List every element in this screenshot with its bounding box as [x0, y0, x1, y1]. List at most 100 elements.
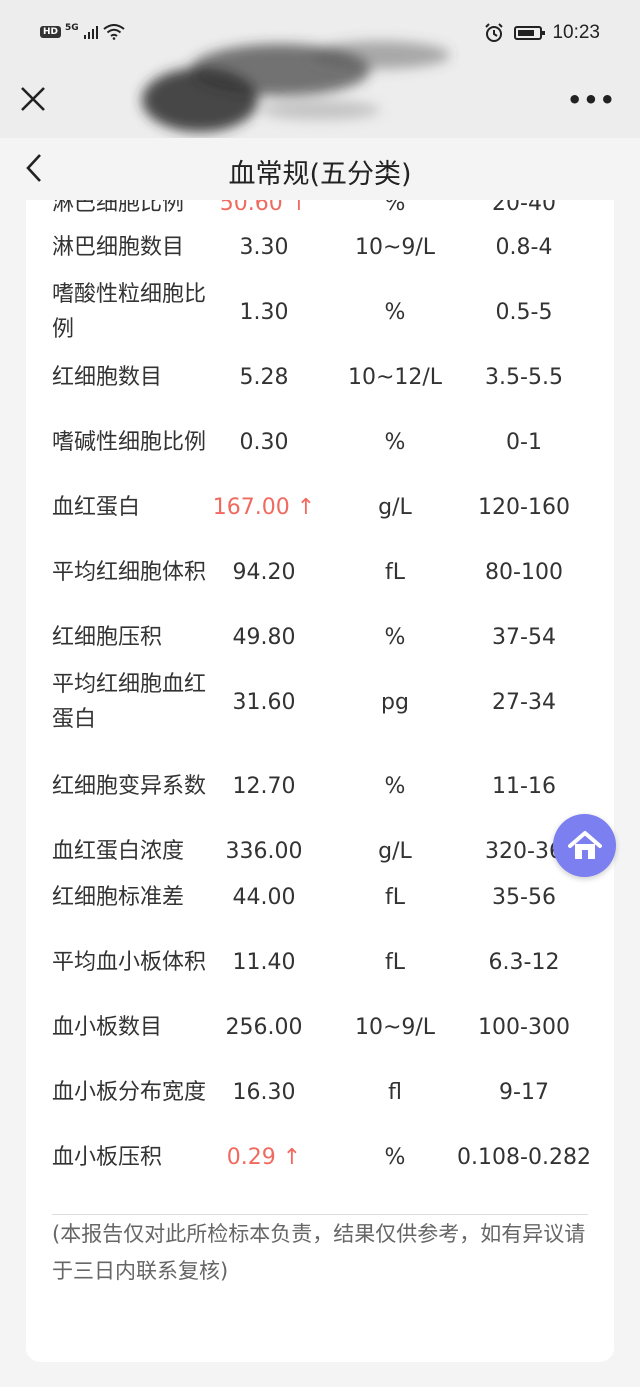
table-row: 红细胞标准差 44.00 fL 35-56: [26, 874, 614, 920]
item-value: 1.30: [239, 299, 289, 325]
item-unit: fL: [384, 559, 405, 585]
item-name: 红细胞标准差: [52, 884, 185, 910]
table-row: 平均红细胞血红蛋白 31.60 pg 27-34: [26, 660, 614, 744]
status-time: 10:23: [552, 22, 600, 43]
item-reference: 37-54: [492, 624, 556, 650]
item-unit: %: [384, 773, 406, 799]
hd-badge: HD: [40, 26, 62, 38]
divider: [52, 1214, 588, 1215]
item-reference: 20-40: [492, 200, 556, 216]
item-reference: 6.3-12: [488, 949, 560, 975]
item-value: 5.28: [239, 364, 289, 390]
item-value: 0.30: [239, 429, 289, 455]
item-unit: g/L: [378, 838, 412, 864]
table-row: 嗜酸性粒细胞比例 1.30% 0.5-5: [26, 270, 614, 354]
item-unit: g/L: [378, 494, 412, 520]
table-row: 红细胞压积 49.80% 37-54: [26, 614, 614, 660]
item-reference: 9-17: [499, 1079, 549, 1105]
table-row: 嗜碱性细胞比例 0.30% 0-1: [26, 400, 614, 484]
item-unit: %: [384, 299, 406, 325]
table-row: 淋巴细胞数目 3.30 10~9/L 0.8-4: [26, 224, 614, 270]
item-value: 44.00: [232, 884, 296, 910]
home-icon: [567, 830, 602, 859]
item-reference: 3.5-5.5: [485, 364, 563, 390]
item-name: 血小板数目: [52, 1014, 163, 1040]
item-value: 336.00: [225, 838, 303, 864]
item-reference: 11-16: [492, 773, 556, 799]
item-unit: %: [384, 1144, 406, 1170]
home-button[interactable]: [553, 814, 616, 877]
item-name: 红细胞数目: [52, 364, 163, 390]
item-reference: 80-100: [485, 559, 563, 585]
battery-icon: [514, 26, 546, 40]
table-row: 平均红细胞体积 94.20 fL 80-100: [26, 530, 614, 614]
item-name: 嗜酸性粒细胞比例: [52, 282, 207, 342]
page-header: 血常规(五分类): [0, 138, 640, 200]
item-reference: 0.108-0.282: [457, 1144, 591, 1170]
item-name: 平均血小板体积: [52, 949, 207, 975]
item-name: 血小板分布宽度: [52, 1079, 207, 1105]
item-unit: 10~9/L: [354, 234, 436, 260]
item-unit: %: [384, 429, 406, 455]
item-name: 平均红细胞血红蛋白: [52, 672, 207, 732]
table-row: 红细胞数目 5.28 10~12/L 3.5-5.5: [26, 354, 614, 400]
item-value: 3.30: [239, 234, 289, 260]
results-table: 淋巴细胞比例 50.60 ↑% 20-40 淋巴细胞数目 3.30 10~9/L 0.8-4…: [26, 200, 614, 1180]
alarm-icon: [485, 23, 504, 42]
item-unit: fL: [384, 884, 405, 910]
signal-icon: [83, 26, 98, 39]
table-row: 红细胞变异系数 12.70% 11-16: [26, 744, 614, 828]
page-title: 血常规(五分类): [228, 159, 412, 190]
item-reference: 0.5-5: [495, 299, 553, 325]
item-value: 16.30: [232, 1079, 296, 1105]
item-unit: fL: [384, 949, 405, 975]
item-value: 256.00: [225, 1014, 303, 1040]
table-row: 血小板压积 0.29 ↑% 0.108-0.282: [26, 1134, 614, 1180]
item-name: 淋巴细胞数目: [52, 234, 185, 260]
item-unit: 10~12/L: [347, 364, 443, 390]
item-value: 167.00 ↑: [212, 494, 316, 520]
item-value: 94.20: [232, 559, 296, 585]
table-row: 血小板数目 256.00 10~9/L 100-300: [26, 1004, 614, 1050]
item-reference: 100-300: [478, 1014, 570, 1040]
report-card: 淋巴细胞比例 50.60 ↑% 20-40 淋巴细胞数目 3.30 10~9/L 0.8-4…: [26, 200, 614, 1362]
item-value: 31.60: [232, 689, 296, 715]
table-row: 血小板分布宽度 16.30 fl 9-17: [26, 1050, 614, 1134]
item-value: 50.60 ↑: [219, 200, 309, 216]
status-left: HD 5G: [40, 23, 125, 40]
item-unit: %: [384, 200, 406, 216]
item-name: 淋巴细胞比例: [52, 200, 185, 216]
item-name: 血红蛋白浓度: [52, 838, 185, 864]
item-reference: 35-56: [492, 884, 556, 910]
item-value: 0.29 ↑: [226, 1144, 302, 1170]
status-bar: HD 5G 10:23: [0, 0, 640, 72]
item-value: 12.70: [232, 773, 296, 799]
table-row: 血红蛋白 167.00 ↑ g/L 120-160: [26, 484, 614, 530]
table-row: 淋巴细胞比例 50.60 ↑% 20-40: [26, 200, 614, 224]
footnote: (本报告仅对此所检标本负责，结果仅供参考，如有异议请于三日内联系复核): [52, 1222, 586, 1283]
item-reference: 0.8-4: [495, 234, 553, 260]
item-reference: 27-34: [492, 689, 556, 715]
more-icon[interactable]: •••: [567, 86, 616, 114]
item-unit: %: [384, 624, 406, 650]
table-row: 血红蛋白浓度 336.00 g/L 320-36: [26, 828, 614, 874]
item-name: 血红蛋白: [52, 494, 141, 520]
network-type: 5G: [65, 23, 79, 33]
item-unit: pg: [381, 689, 409, 715]
status-right: 10:23: [484, 22, 600, 44]
item-value: 11.40: [232, 949, 296, 975]
item-unit: 10~9/L: [354, 1014, 436, 1040]
item-name: 嗜碱性细胞比例: [52, 429, 207, 455]
item-name: 红细胞压积: [52, 624, 163, 650]
item-reference: 0-1: [506, 429, 542, 455]
close-icon[interactable]: [16, 82, 50, 116]
table-row: 平均血小板体积 11.40 fL 6.3-12: [26, 920, 614, 1004]
item-value: 49.80: [232, 624, 296, 650]
item-reference: 120-160: [478, 494, 570, 520]
wifi-icon: [103, 24, 125, 40]
item-unit: fl: [388, 1079, 402, 1105]
item-name: 血小板压积: [52, 1144, 163, 1170]
item-name: 平均红细胞体积: [52, 559, 207, 585]
browser-top-bar: •••: [0, 72, 640, 138]
item-name: 红细胞变异系数: [52, 773, 207, 799]
